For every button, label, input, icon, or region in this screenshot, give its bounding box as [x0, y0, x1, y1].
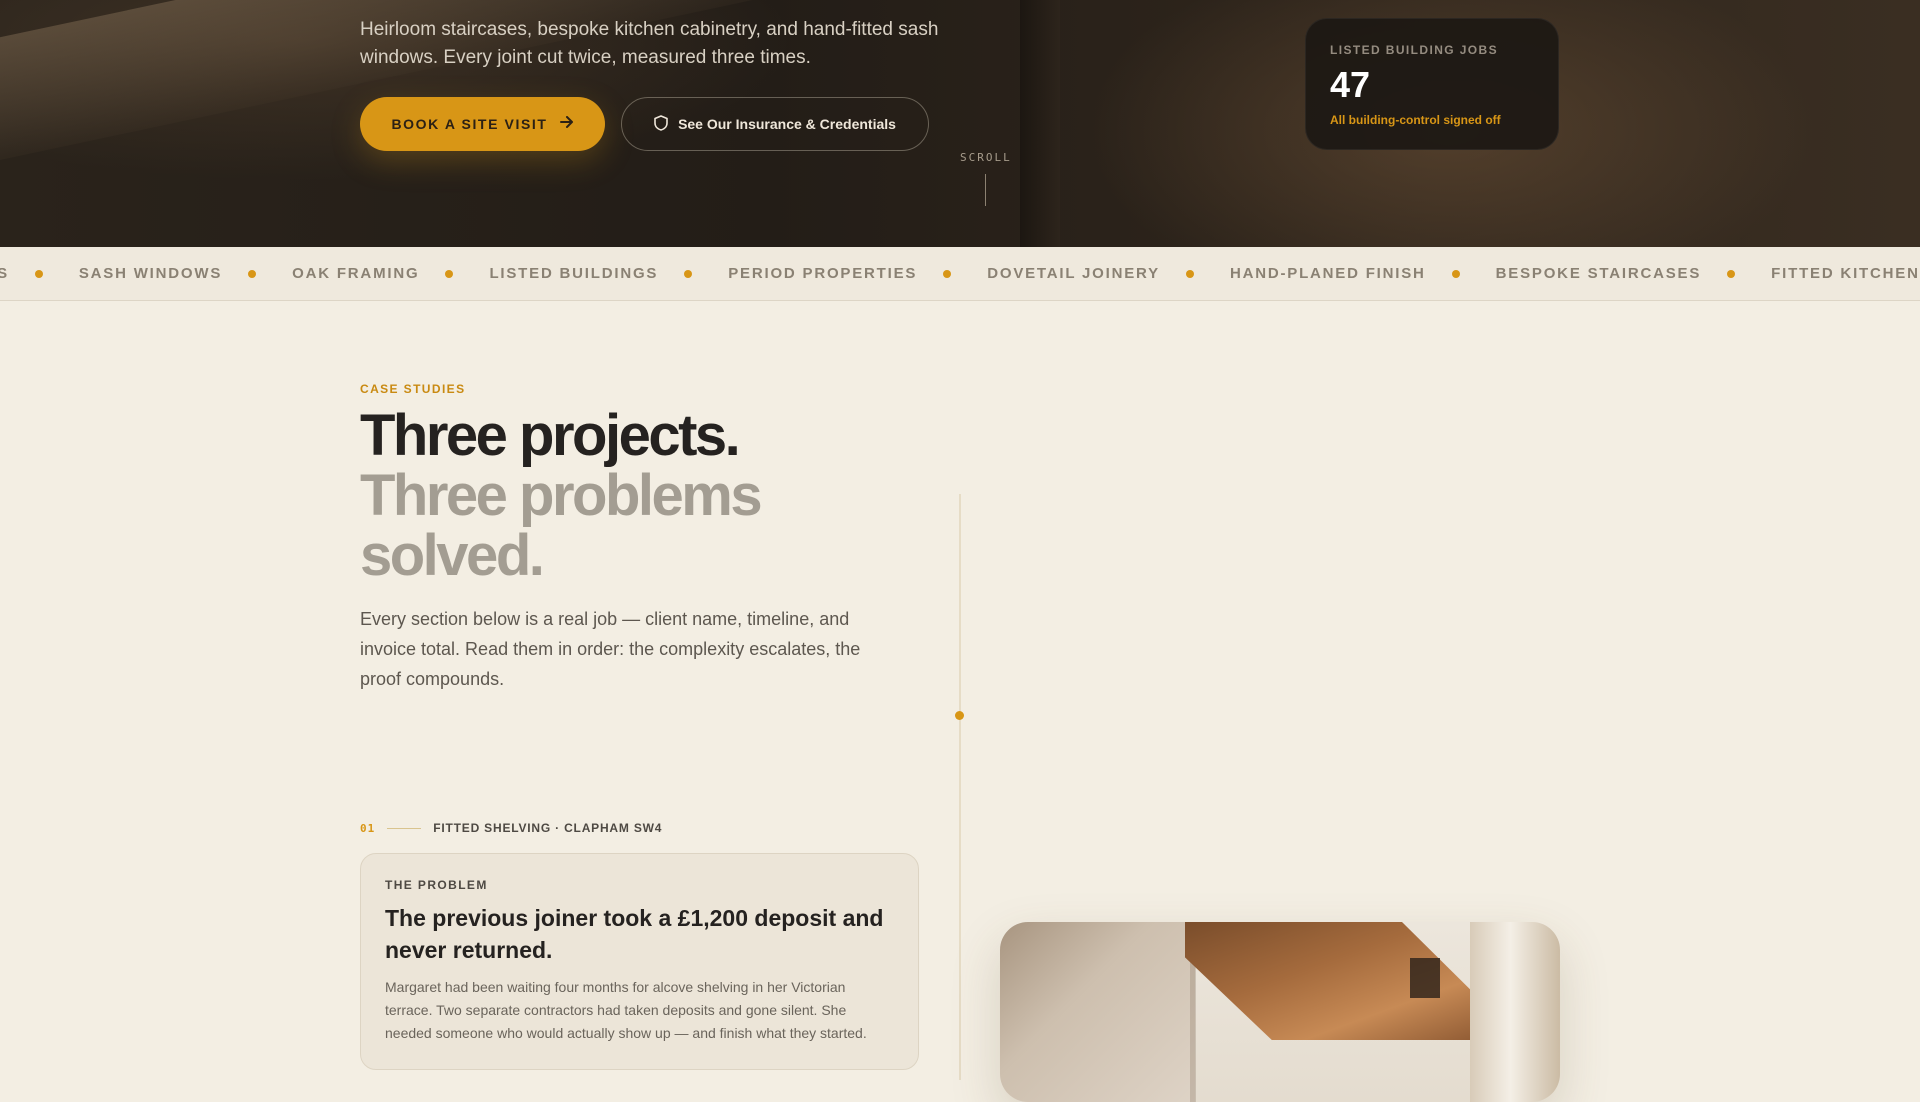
problem-title: The previous joiner took a £1,200 deposi… [385, 905, 884, 963]
insurance-credentials-label: See Our Insurance & Credentials [678, 116, 896, 132]
heading-line-primary: Three projects. [360, 403, 741, 468]
scroll-indicator-label[interactable]: SCROLL [960, 151, 1012, 164]
stat-note: All building-control signed off [1330, 113, 1501, 127]
timeline-line [959, 494, 961, 1080]
case-meta: 01 FITTED SHELVING · CLAPHAM SW4 [360, 821, 662, 835]
ticker-dot-icon [1727, 269, 1736, 278]
ticker-item-label: FITTED KITCHENS [1771, 265, 1920, 282]
heading-line-secondary: Three problems solved. [360, 463, 763, 588]
services-ticker: HENS SASH WINDOWS OAK FRAMING LISTED BUILDI… [0, 247, 1920, 301]
case-location: FITTED SHELVING · CLAPHAM SW4 [433, 821, 663, 835]
ticker-dot-icon [34, 269, 43, 278]
ticker-item: DOVETAIL JOINERY [987, 265, 1230, 282]
case-number: 01 [360, 821, 376, 835]
ticker-item-label: HENS [0, 265, 9, 282]
ticker-item-label: LISTED BUILDINGS [489, 265, 659, 282]
book-site-visit-label: BOOK A SITE VISIT [391, 116, 548, 132]
book-site-visit-button[interactable]: BOOK A SITE VISIT [360, 97, 605, 151]
ticker-item-label: PERIOD PROPERTIES [728, 265, 918, 282]
section-heading: Three projects. Three problems solved. [360, 406, 920, 586]
photo-shadow [1410, 958, 1440, 998]
case-meta-divider [387, 827, 422, 829]
hero-background-detail [1020, 0, 1060, 247]
ticker-item-label: OAK FRAMING [292, 265, 420, 282]
hero-subtitle: Heirloom staircases, bespoke kitchen cab… [360, 19, 939, 68]
stat-label: LISTED BUILDING JOBS [1330, 43, 1499, 57]
ticker-item: HENS [0, 265, 79, 282]
arrow-right-icon [559, 115, 574, 133]
section-eyebrow: CASE STUDIES [360, 382, 466, 396]
ticker-dot-icon [1451, 269, 1460, 278]
ticker-item-label: BESPOKE STAIRCASES [1495, 265, 1702, 282]
ticker-item: PERIOD PROPERTIES [728, 265, 987, 282]
problem-body: Margaret had been waiting four months fo… [385, 979, 867, 1041]
ticker-item: BESPOKE STAIRCASES [1496, 265, 1772, 282]
hero-section: Heirloom staircases, bespoke kitchen cab… [0, 0, 1920, 247]
ticker-track: HENS SASH WINDOWS OAK FRAMING LISTED BUILDI… [0, 247, 1920, 300]
timeline-progress-dot [955, 711, 964, 720]
photo-window-light [1470, 922, 1560, 1102]
section-lede: Every section below is a real job — clie… [360, 609, 861, 689]
shield-icon [654, 114, 668, 134]
listed-building-stat-card: LISTED BUILDING JOBS 47 All building-con… [1305, 18, 1559, 150]
ticker-item: LISTED BUILDINGS [489, 265, 728, 282]
ticker-item-label: HAND-PLANED FINISH [1229, 265, 1426, 282]
ticker-dot-icon [684, 269, 693, 278]
insurance-credentials-button[interactable]: See Our Insurance & Credentials [621, 97, 929, 151]
ticker-item-label: DOVETAIL JOINERY [987, 265, 1160, 282]
problem-card: THE PROBLEM The previous joiner took a £… [360, 853, 919, 1070]
ticker-item: FITTED KITCHENS [1771, 265, 1920, 282]
ticker-item: SASH WINDOWS [79, 265, 292, 282]
ticker-item: OAK FRAMING [292, 265, 489, 282]
case-study-photo [1000, 922, 1560, 1102]
photo-wall-left [1000, 922, 1195, 1102]
ticker-dot-icon [445, 269, 454, 278]
scroll-indicator-line [985, 174, 986, 206]
problem-label: THE PROBLEM [385, 878, 488, 892]
ticker-dot-icon [248, 269, 257, 278]
ticker-item: HAND-PLANED FINISH [1230, 265, 1496, 282]
ticker-dot-icon [943, 269, 952, 278]
stat-value: 47 [1330, 64, 1371, 105]
ticker-dot-icon [1185, 269, 1194, 278]
ticker-item-label: SASH WINDOWS [78, 265, 223, 282]
